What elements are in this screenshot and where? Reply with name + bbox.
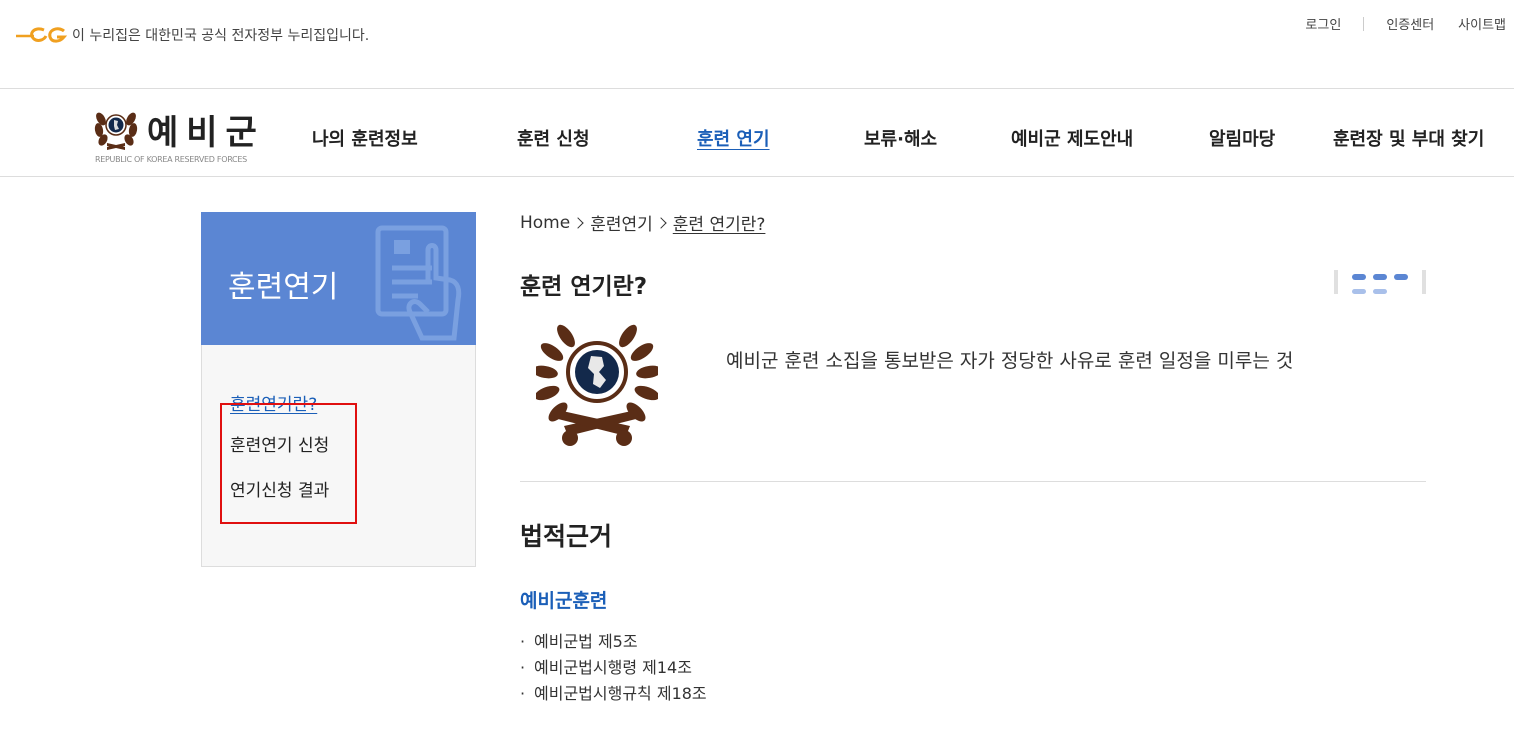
- chevron-right-icon: [572, 216, 584, 229]
- auth-center-link[interactable]: 인증센터: [1386, 14, 1434, 33]
- annotation-highlight-box: [220, 403, 357, 524]
- list-item: · 예비군법시행규칙 제18조: [520, 684, 707, 703]
- legal-basis-title: 법적근거: [520, 522, 613, 551]
- breadcrumb-home[interactable]: Home: [520, 213, 570, 233]
- egov-logo-icon: [16, 27, 68, 43]
- breadcrumb: Home 훈련연기 훈련 연기란?: [520, 210, 766, 236]
- list-item: · 예비군법시행령 제14조: [520, 658, 692, 677]
- law-list: · 예비군법 제5조 · 예비군법시행령 제14조 · 예비군법시행규칙 제18조: [520, 629, 707, 707]
- gov-notice-bar: 이 누리집은 대한민국 공식 전자정부 누리집입니다.: [14, 24, 369, 46]
- sidebar-title: 훈련연기: [228, 270, 339, 305]
- util-divider: [1363, 16, 1365, 31]
- reserve-forces-emblem-icon: [94, 112, 138, 150]
- breadcrumb-current[interactable]: 훈련 연기란?: [673, 210, 766, 235]
- section-divider: [520, 481, 1426, 482]
- reserve-forces-emblem-icon: [536, 324, 658, 446]
- page-title: 훈련 연기란?: [520, 274, 648, 300]
- utility-links: 로그인 인증센터 사이트맵: [1305, 14, 1506, 33]
- nav-training-apply[interactable]: 훈련 신청: [517, 125, 590, 151]
- document-hand-icon: [375, 225, 462, 341]
- breadcrumb-postpone[interactable]: 훈련연기: [590, 210, 653, 235]
- site-header: 예비군 REPUBLIC OF KOREA RESERVED FORCES 나의…: [0, 88, 1514, 177]
- dots-menu-icon[interactable]: [1334, 270, 1426, 294]
- brand-subtitle: REPUBLIC OF KOREA RESERVED FORCES: [95, 155, 247, 164]
- nav-notice[interactable]: 알림마당: [1209, 125, 1275, 151]
- nav-training-postpone[interactable]: 훈련 연기: [697, 125, 770, 151]
- reserve-training-subtitle: 예비군훈련: [520, 590, 608, 612]
- chevron-right-icon: [655, 216, 667, 229]
- login-link[interactable]: 로그인: [1305, 14, 1341, 33]
- definition-text: 예비군 훈련 소집을 통보받은 자가 정당한 사유로 훈련 일정을 미루는 것: [726, 350, 1294, 372]
- nav-my-training-info[interactable]: 나의 훈련정보: [312, 125, 418, 151]
- sitemap-link[interactable]: 사이트맵: [1458, 14, 1506, 33]
- brand-name: 예비군: [147, 113, 265, 153]
- gov-notice-text: 이 누리집은 대한민국 공식 전자정부 누리집입니다.: [72, 28, 370, 44]
- nav-hold-release[interactable]: 보류·해소: [864, 125, 937, 151]
- list-item: · 예비군법 제5조: [520, 632, 638, 651]
- nav-find-training-site[interactable]: 훈련장 및 부대 찾기: [1333, 125, 1484, 151]
- brand-logo[interactable]: 예비군 REPUBLIC OF KOREA RESERVED FORCES: [93, 103, 273, 165]
- nav-system-guide[interactable]: 예비군 제도안내: [1011, 125, 1133, 151]
- sidebar-header: 훈련연기: [201, 212, 476, 345]
